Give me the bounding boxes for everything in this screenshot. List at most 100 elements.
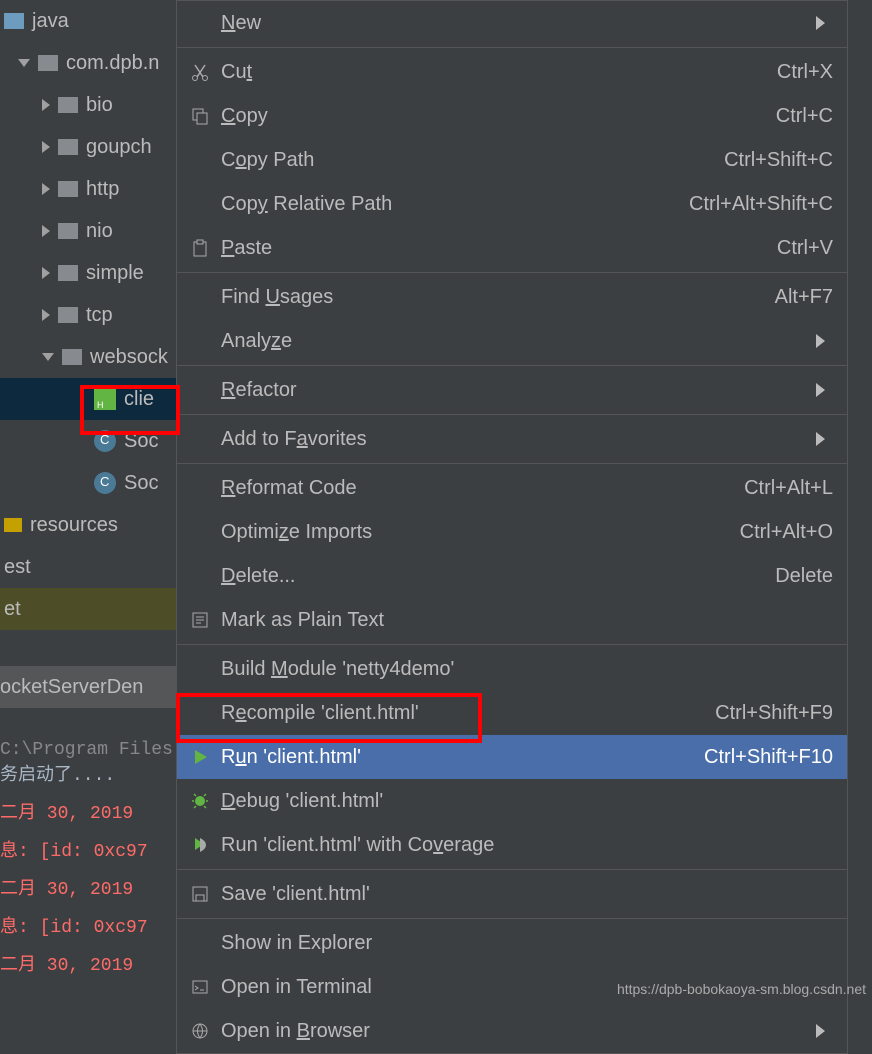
folder-icon xyxy=(58,265,78,281)
menu-copy-path[interactable]: Copy Path Ctrl+Shift+C xyxy=(177,138,847,182)
class-icon xyxy=(94,430,116,452)
plain-text-icon xyxy=(187,611,213,629)
run-coverage-icon xyxy=(187,836,213,854)
menu-separator xyxy=(177,918,847,919)
menu-shortcut: Ctrl+V xyxy=(777,237,833,260)
resources-icon xyxy=(4,518,22,532)
console-line: 息: [id: 0xc97 xyxy=(0,912,180,938)
menu-shortcut: Ctrl+Shift+F9 xyxy=(715,702,833,725)
tree-label: Soc xyxy=(124,472,158,495)
menu-build-module[interactable]: Build Module 'netty4demo' xyxy=(177,647,847,691)
tree-label: est xyxy=(4,556,31,579)
menu-label: Save 'client.html' xyxy=(221,883,847,906)
menu-copy[interactable]: Copy Ctrl+C xyxy=(177,94,847,138)
folder-icon xyxy=(58,139,78,155)
tree-label: tcp xyxy=(86,304,113,327)
menu-shortcut: Ctrl+Alt+Shift+C xyxy=(689,193,833,216)
menu-separator xyxy=(177,644,847,645)
tree-folder-goupch[interactable]: goupch xyxy=(0,126,180,168)
tree-class-soc2[interactable]: Soc xyxy=(0,462,180,504)
menu-reformat[interactable]: Reformat Code Ctrl+Alt+L xyxy=(177,466,847,510)
tree-folder-http[interactable]: http xyxy=(0,168,180,210)
folder-icon xyxy=(58,223,78,239)
paste-icon xyxy=(187,239,213,257)
tree-class-soc1[interactable]: Soc xyxy=(0,420,180,462)
menu-shortcut: Ctrl+Shift+F10 xyxy=(704,746,833,769)
menu-run[interactable]: Run 'client.html' Ctrl+Shift+F10 xyxy=(177,735,847,779)
tree-folder-websock[interactable]: websock xyxy=(0,336,180,378)
tree-item-et[interactable]: et xyxy=(0,588,180,630)
tree-folder-java[interactable]: java xyxy=(0,0,180,42)
copy-icon xyxy=(187,107,213,125)
menu-separator xyxy=(177,47,847,48)
menu-analyze[interactable]: Analyze xyxy=(177,319,847,363)
terminal-icon xyxy=(187,978,213,996)
menu-debug[interactable]: Debug 'client.html' xyxy=(177,779,847,823)
menu-delete[interactable]: Delete... Delete xyxy=(177,554,847,598)
tree-folder-resources[interactable]: resources xyxy=(0,504,180,546)
menu-new[interactable]: New xyxy=(177,1,847,45)
menu-save[interactable]: Save 'client.html' xyxy=(177,872,847,916)
console-line: 息: [id: 0xc97 xyxy=(0,836,180,862)
html-file-icon xyxy=(94,388,116,410)
tree-label: java xyxy=(32,10,69,33)
folder-icon xyxy=(58,97,78,113)
tree-label: bio xyxy=(86,94,113,117)
menu-shortcut: Alt+F7 xyxy=(775,286,833,309)
folder-icon xyxy=(4,13,24,29)
folder-icon xyxy=(58,181,78,197)
chevron-right-icon xyxy=(42,183,50,195)
tree-folder-simple[interactable]: simple xyxy=(0,252,180,294)
watermark: https://dpb-bobokaoya-sm.blog.csdn.net xyxy=(617,981,866,997)
menu-refactor[interactable]: Refactor xyxy=(177,368,847,412)
cut-icon xyxy=(187,63,213,81)
menu-find-usages[interactable]: Find Usages Alt+F7 xyxy=(177,275,847,319)
menu-run-coverage[interactable]: Run 'client.html' with Coverage xyxy=(177,823,847,867)
run-icon xyxy=(187,748,213,766)
menu-separator xyxy=(177,365,847,366)
menu-add-favorites[interactable]: Add to Favorites xyxy=(177,417,847,461)
submenu-arrow-icon xyxy=(816,1024,825,1038)
menu-paste[interactable]: Paste Ctrl+V xyxy=(177,226,847,270)
class-icon xyxy=(94,472,116,494)
chevron-down-icon xyxy=(18,59,30,67)
submenu-arrow-icon xyxy=(816,383,825,397)
submenu-arrow-icon xyxy=(816,432,825,446)
tree-run-config[interactable]: ocketServerDen xyxy=(0,666,180,708)
folder-icon xyxy=(58,307,78,323)
tree-file-client-html[interactable]: clie xyxy=(0,378,180,420)
menu-shortcut: Ctrl+X xyxy=(777,61,833,84)
menu-show-explorer[interactable]: Show in Explorer xyxy=(177,921,847,965)
menu-mark-plain[interactable]: Mark as Plain Text xyxy=(177,598,847,642)
menu-shortcut: Delete xyxy=(775,565,833,588)
menu-cut[interactable]: Cut Ctrl+X xyxy=(177,50,847,94)
tree-folder-tcp[interactable]: tcp xyxy=(0,294,180,336)
tree-label: Soc xyxy=(124,430,158,453)
context-menu: New Cut Ctrl+X Copy Ctrl+C Copy Path Ctr… xyxy=(176,0,848,1054)
menu-label: Mark as Plain Text xyxy=(221,609,847,632)
chevron-down-icon xyxy=(42,353,54,361)
submenu-arrow-icon xyxy=(816,334,825,348)
chevron-right-icon xyxy=(42,267,50,279)
menu-separator xyxy=(177,414,847,415)
debug-icon xyxy=(187,792,213,810)
tree-item-est[interactable]: est xyxy=(0,546,180,588)
menu-shortcut: Ctrl+Alt+O xyxy=(740,521,833,544)
menu-open-browser[interactable]: Open in Browser xyxy=(177,1009,847,1053)
folder-icon xyxy=(62,349,82,365)
tree-package[interactable]: com.dpb.n xyxy=(0,42,180,84)
menu-copy-relative-path[interactable]: Copy Relative Path Ctrl+Alt+Shift+C xyxy=(177,182,847,226)
console-line: 二月 30, 2019 xyxy=(0,798,180,824)
tree-folder-bio[interactable]: bio xyxy=(0,84,180,126)
tree-folder-nio[interactable]: nio xyxy=(0,210,180,252)
menu-separator xyxy=(177,463,847,464)
tree-label: et xyxy=(4,598,21,621)
chevron-right-icon xyxy=(42,141,50,153)
tree-label: nio xyxy=(86,220,113,243)
menu-optimize-imports[interactable]: Optimize Imports Ctrl+Alt+O xyxy=(177,510,847,554)
tree-label: simple xyxy=(86,262,144,285)
menu-shortcut: Ctrl+Shift+C xyxy=(724,149,833,172)
menu-shortcut: Ctrl+C xyxy=(776,105,833,128)
tree-label: resources xyxy=(30,514,118,537)
menu-recompile[interactable]: Recompile 'client.html' Ctrl+Shift+F9 xyxy=(177,691,847,735)
